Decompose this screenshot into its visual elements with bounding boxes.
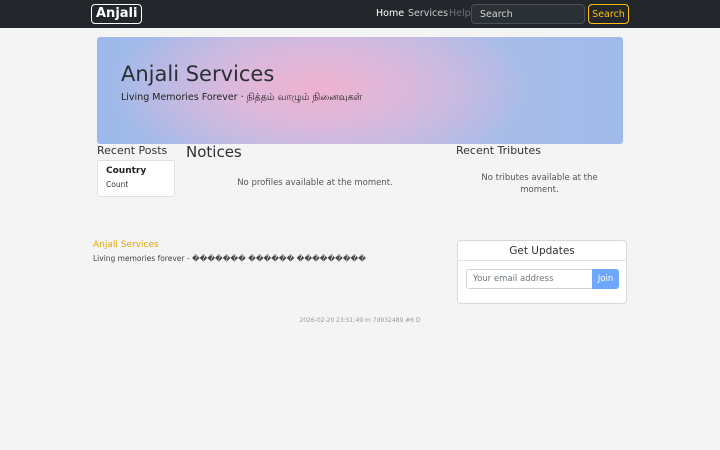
nav-link-home[interactable]: Home bbox=[376, 8, 404, 20]
footer-tagline: Living memories forever - ������� ������… bbox=[93, 254, 366, 263]
nav-link-help[interactable]: Help bbox=[449, 8, 471, 20]
hero-banner: Anjali Services Living Memories Forever … bbox=[97, 37, 623, 144]
search-button[interactable]: Search bbox=[588, 4, 629, 24]
nav-link-services[interactable]: Services bbox=[408, 8, 448, 20]
search-input[interactable] bbox=[471, 4, 585, 24]
card-subtitle: Count bbox=[106, 180, 129, 189]
footer-brand-link[interactable]: Anjali Services bbox=[93, 239, 159, 251]
card-title: Country bbox=[106, 166, 147, 176]
get-updates-card: Get Updates Join bbox=[457, 240, 627, 304]
notices-empty-message: No profiles available at the moment. bbox=[237, 178, 393, 188]
country-count-card[interactable]: Country Count bbox=[97, 160, 175, 197]
join-button[interactable]: Join bbox=[592, 269, 619, 289]
tributes-empty-message: No tributes available at the moment. bbox=[481, 173, 598, 195]
hero-title: Anjali Services bbox=[121, 62, 275, 86]
brand-logo[interactable]: Anjali bbox=[91, 4, 143, 24]
updates-card-header: Get Updates bbox=[458, 241, 626, 261]
updates-title: Get Updates bbox=[509, 245, 575, 257]
notices-title: Notices bbox=[186, 143, 242, 161]
email-field[interactable] bbox=[466, 269, 593, 289]
recent-posts-title: Recent Posts bbox=[97, 144, 168, 157]
recent-tributes-title: Recent Tributes bbox=[456, 144, 541, 157]
build-info: 2026-02-20 23:51:49 m 7d932489 #6 D bbox=[299, 317, 421, 324]
top-navbar: Anjali Home Services Help Search bbox=[0, 0, 720, 28]
hero-subtitle: Living Memories Forever · நித்தம் வாழும்… bbox=[121, 92, 363, 103]
